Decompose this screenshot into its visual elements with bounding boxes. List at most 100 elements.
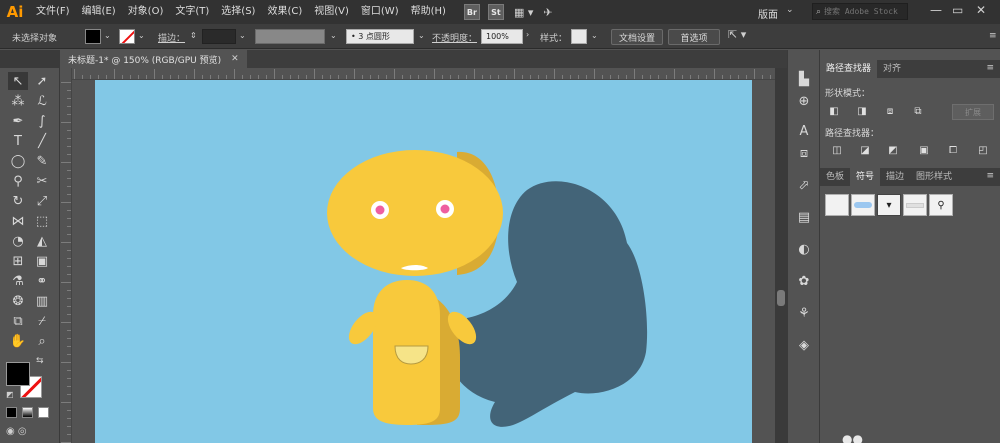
document-tab[interactable]: 未标题-1* @ 150% (RGB/GPU 预览) ✕ bbox=[60, 50, 247, 68]
menu-window[interactable]: 窗口(W) bbox=[355, 0, 405, 24]
bridge-button[interactable]: Br bbox=[463, 4, 480, 20]
divide-icon[interactable]: ◫ bbox=[830, 144, 844, 156]
style-swatch[interactable] bbox=[571, 29, 587, 44]
transform-icon[interactable]: ⧈ bbox=[795, 144, 813, 162]
artboard[interactable] bbox=[95, 80, 752, 443]
panel-menu-icon[interactable]: ≡ bbox=[986, 63, 994, 73]
stroke-label[interactable]: 描边： bbox=[158, 31, 185, 44]
chevron-down-icon[interactable]: ⌄ bbox=[239, 31, 246, 40]
shape-builder-icon[interactable]: ◔ bbox=[8, 232, 28, 250]
curvature-icon[interactable]: ∫ bbox=[32, 112, 52, 130]
opacity-field[interactable]: 100% bbox=[481, 29, 523, 44]
menu-view[interactable]: 视图(V) bbox=[308, 0, 355, 24]
fill-swatch[interactable] bbox=[85, 29, 101, 44]
hand-icon[interactable]: ✋ bbox=[8, 332, 28, 350]
expand-button[interactable]: 扩展 bbox=[952, 104, 994, 120]
menu-select[interactable]: 选择(S) bbox=[215, 0, 261, 24]
close-window-icon[interactable]: ✕ bbox=[976, 3, 986, 17]
symbol-thumbnail[interactable]: ⚲ bbox=[929, 194, 953, 216]
chevron-down-icon[interactable]: ⌄ bbox=[138, 31, 145, 40]
scrollbar-thumb[interactable] bbox=[777, 290, 785, 306]
gradient-icon[interactable]: ▣ bbox=[32, 252, 52, 270]
menu-type[interactable]: 文字(T) bbox=[169, 0, 215, 24]
close-icon[interactable]: ✕ bbox=[231, 54, 239, 64]
draw-mode-icon[interactable]: ◉ ◎ bbox=[6, 426, 27, 437]
ellipse-icon[interactable]: ◯ bbox=[8, 152, 28, 170]
default-colors-icon[interactable]: ◩ bbox=[6, 390, 14, 399]
minus-back-icon[interactable]: ◰ bbox=[976, 144, 990, 156]
chevron-down-icon[interactable]: ⌄ bbox=[330, 31, 337, 40]
swap-fill-stroke-icon[interactable]: ⇆ bbox=[36, 356, 44, 366]
document-setup-button[interactable]: 文档设置 bbox=[611, 29, 663, 45]
none-mode-icon[interactable] bbox=[38, 407, 49, 418]
menu-edit[interactable]: 编辑(E) bbox=[76, 0, 122, 24]
preferences-button[interactable]: 首选项 bbox=[668, 29, 720, 45]
intersect-icon[interactable]: ⧈ bbox=[883, 105, 897, 117]
menu-file[interactable]: 文件(F) bbox=[30, 0, 76, 24]
exclude-icon[interactable]: ⧉ bbox=[911, 105, 925, 117]
menu-effect[interactable]: 效果(C) bbox=[261, 0, 308, 24]
pen-icon[interactable]: ✒ bbox=[8, 112, 28, 130]
symbol-sprayer-icon[interactable]: ❂ bbox=[8, 292, 28, 310]
stock-button[interactable]: St bbox=[487, 4, 504, 20]
free-transform-icon[interactable]: ⬚ bbox=[32, 212, 52, 230]
stroke-weight-field[interactable] bbox=[202, 29, 236, 44]
tab-graphic-styles[interactable]: 图形样式 bbox=[910, 168, 958, 186]
blend-icon[interactable]: ⚭ bbox=[32, 272, 52, 290]
appearance-icon[interactable]: ⊕ bbox=[795, 92, 813, 110]
paintbrush-icon[interactable]: ✎ bbox=[32, 152, 52, 170]
minus-front-icon[interactable]: ◨ bbox=[855, 105, 869, 117]
chevron-down-icon[interactable]: ⌄ bbox=[786, 5, 794, 15]
symbols-icon[interactable]: ✿ bbox=[795, 272, 813, 290]
graphic-styles-icon[interactable]: ⚘ bbox=[795, 304, 813, 322]
fill-color-box[interactable] bbox=[6, 362, 30, 386]
unite-icon[interactable]: ◧ bbox=[827, 105, 841, 117]
chevron-down-icon[interactable]: ⌄ bbox=[591, 31, 598, 40]
rotate-icon[interactable]: ↻ bbox=[8, 192, 28, 210]
slice-icon[interactable]: ⌿ bbox=[32, 312, 52, 330]
restore-icon[interactable]: ▭ bbox=[952, 3, 963, 17]
panel-menu-icon[interactable]: ≡ bbox=[986, 171, 994, 181]
symbol-thumbnail[interactable] bbox=[903, 194, 927, 216]
gpu-performance-icon[interactable]: ✈ bbox=[543, 6, 552, 19]
magic-wand-icon[interactable]: ⁂ bbox=[8, 92, 28, 110]
character-icon[interactable]: A bbox=[795, 122, 813, 140]
panel-menu-icon[interactable]: ≡ bbox=[989, 31, 997, 41]
crop-icon[interactable]: ▣ bbox=[917, 144, 931, 156]
variable-width-profile[interactable] bbox=[255, 29, 325, 44]
zoom-icon[interactable]: ⌕ bbox=[32, 332, 52, 350]
direct-selection-arrow-icon[interactable]: ➚ bbox=[32, 72, 52, 90]
color-mode-icon[interactable] bbox=[6, 407, 17, 418]
stock-search-input[interactable] bbox=[824, 4, 905, 19]
stepper-icon[interactable]: ⇕ bbox=[190, 31, 197, 40]
symbol-thumbnail[interactable] bbox=[851, 194, 875, 216]
gradient-panel-icon[interactable]: ⬀ bbox=[795, 176, 813, 194]
shaper-icon[interactable]: ⚲ bbox=[8, 172, 28, 190]
opacity-label[interactable]: 不透明度： bbox=[432, 31, 477, 44]
type-icon[interactable]: T bbox=[8, 132, 28, 150]
transparency-icon[interactable]: ▤ bbox=[795, 208, 813, 226]
brushes-icon[interactable]: ◐ bbox=[795, 240, 813, 258]
column-graph-icon[interactable]: ▥ bbox=[32, 292, 52, 310]
scissors-icon[interactable]: ✂ bbox=[32, 172, 52, 190]
vertical-scrollbar[interactable] bbox=[775, 68, 787, 443]
horizontal-ruler[interactable] bbox=[60, 68, 775, 80]
stroke-swatch[interactable] bbox=[119, 29, 135, 44]
perspective-grid-icon[interactable]: ◭ bbox=[32, 232, 52, 250]
symbol-thumbnail[interactable]: ▾ bbox=[877, 194, 901, 216]
workspace-switcher[interactable]: 版面 bbox=[758, 6, 778, 21]
line-segment-icon[interactable]: ╱ bbox=[32, 132, 52, 150]
chevron-down-icon[interactable]: ⌄ bbox=[418, 31, 425, 40]
selection-arrow-icon[interactable]: ↖ bbox=[8, 72, 28, 90]
tab-stroke[interactable]: 描边 bbox=[880, 168, 910, 186]
artboard-icon[interactable]: ⧉ bbox=[8, 312, 28, 330]
vertical-ruler[interactable] bbox=[60, 68, 72, 443]
menu-help[interactable]: 帮助(H) bbox=[405, 0, 452, 24]
trim-icon[interactable]: ◪ bbox=[858, 144, 872, 156]
scale-icon[interactable]: ⤢ bbox=[32, 192, 52, 210]
menu-object[interactable]: 对象(O) bbox=[122, 0, 170, 24]
chevron-right-icon[interactable]: › bbox=[526, 30, 529, 39]
stock-search-box[interactable]: ⌕ bbox=[812, 3, 908, 20]
lasso-icon[interactable]: ℒ bbox=[32, 92, 52, 110]
arrange-icon[interactable]: ⇱ ▾ bbox=[728, 28, 746, 41]
